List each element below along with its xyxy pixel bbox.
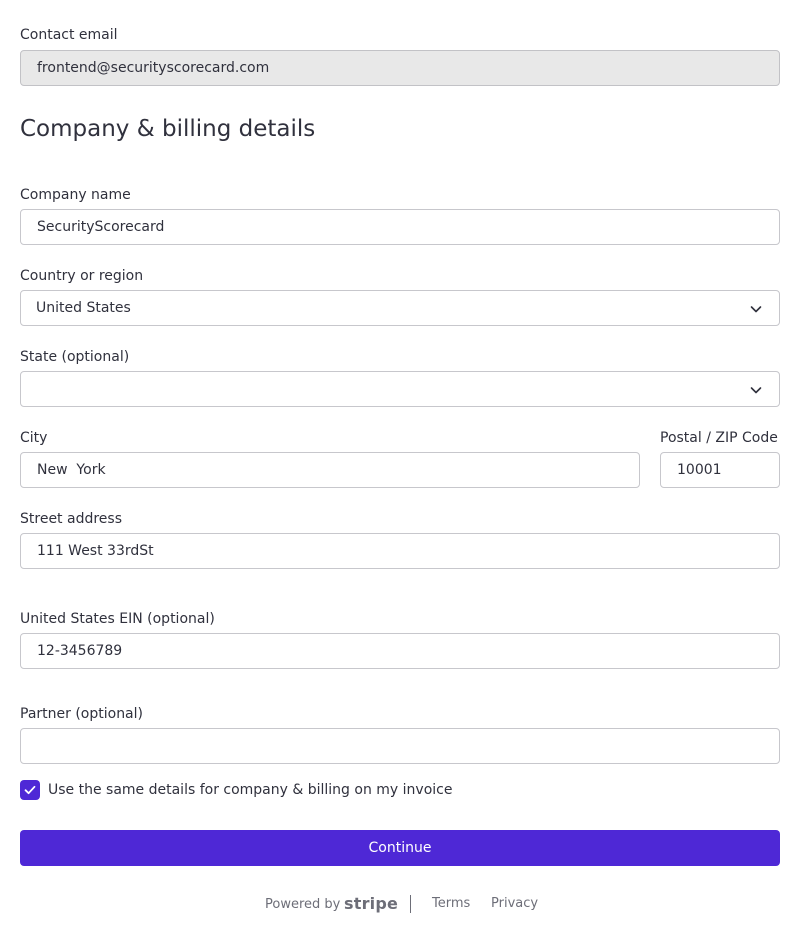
street-address-input[interactable]: 111 West 33rdSt xyxy=(20,533,780,569)
footer-divider xyxy=(410,895,411,913)
country-select[interactable]: United States xyxy=(20,290,780,326)
contact-email-field: frontend@securityscorecard.com xyxy=(20,50,780,86)
country-label: Country or region xyxy=(20,268,144,284)
state-select[interactable] xyxy=(20,371,780,407)
partner-input[interactable] xyxy=(20,728,780,764)
company-name-input[interactable]: SecurityScorecard xyxy=(20,209,780,245)
country-select-value: United States xyxy=(36,300,131,316)
powered-by-text: Powered by xyxy=(265,897,341,912)
postal-code-label: Postal / ZIP Code xyxy=(660,430,778,446)
continue-button[interactable]: Continue xyxy=(20,830,780,866)
footer: Powered by stripe Terms Privacy xyxy=(0,894,800,915)
chevron-down-icon xyxy=(750,306,762,313)
company-name-label: Company name xyxy=(20,187,131,203)
state-label: State (optional) xyxy=(20,349,130,365)
ein-input[interactable]: 12-3456789 xyxy=(20,633,780,669)
partner-label: Partner (optional) xyxy=(20,706,143,722)
city-input[interactable]: New York xyxy=(20,452,640,488)
checkmark-icon xyxy=(24,785,36,795)
privacy-link[interactable]: Privacy xyxy=(491,896,538,911)
street-address-label: Street address xyxy=(20,511,122,527)
contact-email-label: Contact email xyxy=(20,27,118,43)
same-details-checkbox[interactable] xyxy=(20,780,40,800)
postal-code-input[interactable]: 10001 xyxy=(660,452,780,488)
terms-link[interactable]: Terms xyxy=(432,896,470,911)
section-title: Company & billing details xyxy=(20,116,316,142)
chevron-down-icon xyxy=(750,387,762,394)
same-details-label[interactable]: Use the same details for company & billi… xyxy=(48,780,452,800)
ein-label: United States EIN (optional) xyxy=(20,611,215,627)
stripe-logo[interactable]: stripe xyxy=(344,894,398,913)
city-label: City xyxy=(20,430,48,446)
